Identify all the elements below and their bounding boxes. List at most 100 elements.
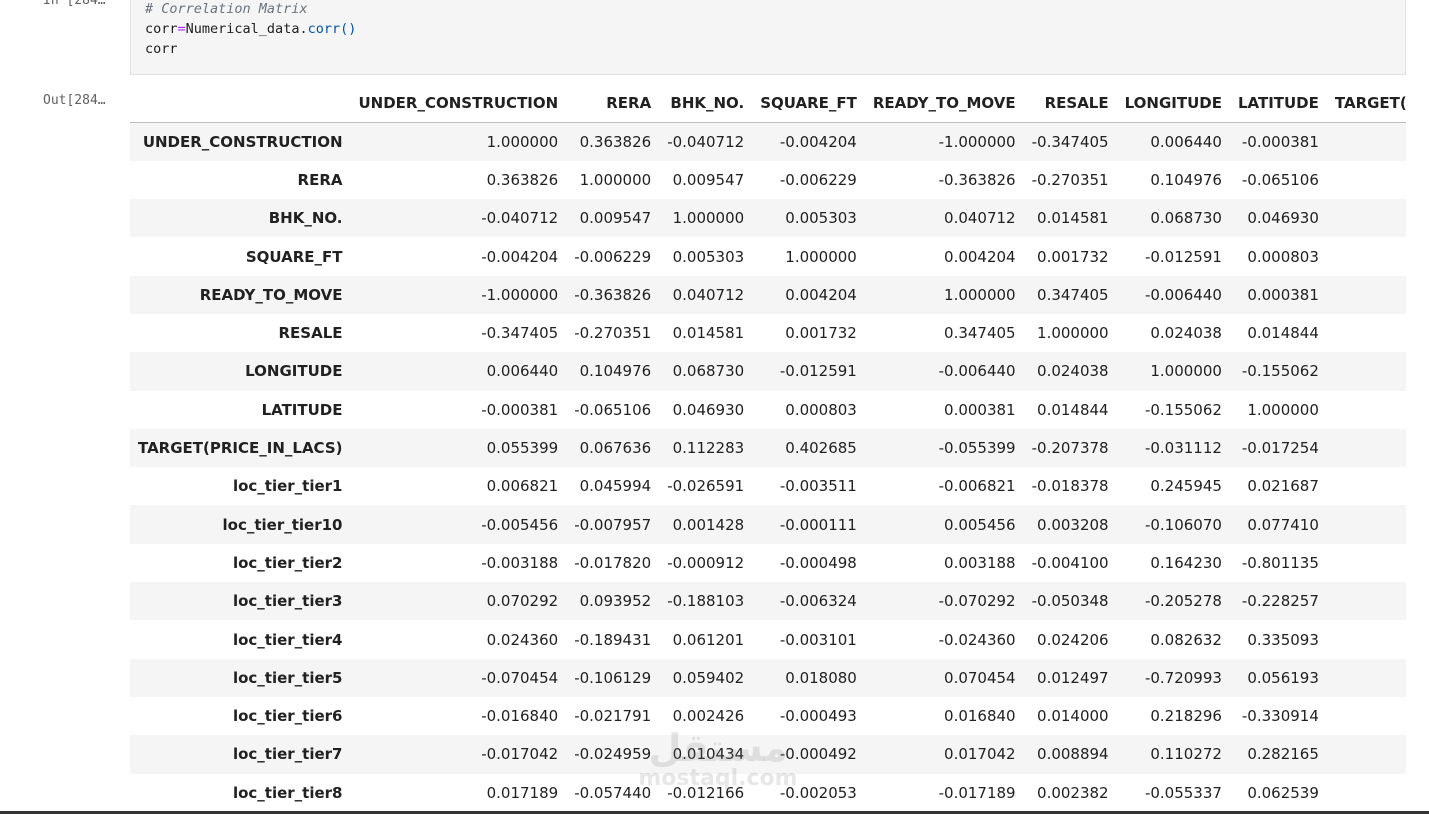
table-cell: -0.0 — [1327, 735, 1406, 773]
table-cell: 0.347405 — [944, 324, 1016, 343]
table-cell: 0.008894 — [1037, 745, 1109, 764]
table-cell: 0.014844 — [1037, 400, 1109, 419]
table-cell: 0.0 — [1327, 161, 1406, 199]
table-row: loc_tier_tier6 -0.016840 -0.021791 0.002426… — [130, 697, 1406, 735]
table-cell: -0.004204 — [481, 247, 559, 266]
code-line-comment: # Correlation Matrix — [145, 0, 1391, 19]
row-label: loc_tier_tier2 — [232, 553, 343, 572]
table-cell: -0.000381 — [1241, 132, 1319, 151]
code-dot: . — [299, 21, 308, 37]
table-row: loc_tier_tier4 0.024360 -0.189431 0.061201 -… — [130, 620, 1406, 658]
table-row: UNDER_CONSTRUCTION 1.000000 0.363826 -0.040… — [130, 122, 1406, 161]
row-label: SQUARE_FT — [245, 247, 343, 266]
table-cell: 0.001428 — [672, 515, 745, 534]
table-cell: -0.055399 — [938, 439, 1016, 458]
table-cell: -0.016840 — [481, 707, 559, 726]
table-cell: 0.068730 — [672, 362, 745, 381]
table-row: LATITUDE -0.000381 -0.065106 0.046930 0.0008… — [130, 391, 1406, 429]
table-cell: 1.000000 — [1037, 324, 1109, 343]
table-cell: 0.005303 — [785, 209, 857, 228]
table-cell: 0.363826 — [486, 170, 559, 189]
table-cell: -0.720993 — [1144, 668, 1222, 687]
table-cell: -0.000492 — [779, 745, 857, 764]
table-cell: 0.218296 — [1150, 707, 1222, 726]
column-header: READY_TO_MOVE — [864, 84, 1024, 123]
table-cell: -0.006324 — [779, 592, 857, 611]
table-cell: 0.056193 — [1247, 668, 1319, 687]
row-label: UNDER_CONSTRUCTION — [142, 132, 343, 151]
table-cell: 0.002382 — [1037, 783, 1109, 802]
table-cell: 1.000000 — [785, 247, 857, 266]
row-label: TARGET(PRICE_IN_LACS) — [138, 439, 343, 458]
table-cell: -0.070454 — [481, 668, 559, 687]
table-cell: -0.106129 — [574, 668, 652, 687]
column-header: RERA — [566, 84, 660, 123]
table-cell: 0.061201 — [672, 630, 745, 649]
table-cell: 0.104976 — [1150, 170, 1222, 189]
column-header: BHK_NO. — [659, 84, 753, 123]
table-cell: -0.006229 — [779, 170, 857, 189]
table-body: UNDER_CONSTRUCTION 1.000000 0.363826 -0.040… — [130, 122, 1406, 812]
table-cell: -0.347405 — [1031, 132, 1109, 151]
table-cell: -0.2 — [1327, 314, 1406, 352]
table-cell: -0.055337 — [1144, 783, 1222, 802]
row-label: BHK_NO. — [268, 209, 343, 228]
table-cell: -0.000111 — [779, 515, 857, 534]
table-row: loc_tier_tier2 -0.003188 -0.017820 -0.00091… — [130, 544, 1406, 582]
table-cell: -0.018378 — [1031, 477, 1109, 496]
table-cell: -0.021791 — [574, 707, 652, 726]
table-cell: 0.017189 — [486, 783, 559, 802]
table-cell: 0.000803 — [1247, 247, 1319, 266]
table-cell: -0.000912 — [667, 553, 745, 572]
code-cell-editor[interactable]: # Correlation Matrix corr=Numerical_data… — [130, 0, 1406, 75]
table-cell: 0.018080 — [785, 668, 857, 687]
table-cell: -1.000000 — [481, 285, 559, 304]
table-cell: 0.093952 — [579, 592, 652, 611]
table-cell: 0.001732 — [1037, 247, 1109, 266]
table-cell: -0.006440 — [938, 362, 1016, 381]
table-cell: 0.067636 — [579, 439, 652, 458]
table-cell: 0.024038 — [1037, 362, 1109, 381]
code-line-output: corr — [145, 39, 1391, 59]
table-cell: -0.0 — [1327, 467, 1406, 505]
row-label: LATITUDE — [261, 400, 343, 419]
table-cell: 0.082632 — [1150, 630, 1222, 649]
table-cell: -0.012166 — [667, 783, 745, 802]
table-cell: 0.009547 — [579, 209, 652, 228]
table-cell: 0.000803 — [785, 400, 857, 419]
table-row: TARGET(PRICE_IN_LACS) 0.055399 0.067636 0.1… — [130, 428, 1406, 468]
table-cell: -0.155062 — [1144, 400, 1222, 419]
table-cell: 0.003208 — [1037, 515, 1109, 534]
table-row: LONGITUDE 0.006440 0.104976 0.068730 -0.0125… — [130, 352, 1406, 391]
row-label: loc_tier_tier10 — [222, 515, 343, 534]
table-cell: -0.006821 — [938, 477, 1016, 496]
table-cell: -0.000381 — [481, 400, 559, 419]
table-cell: 0.1 — [1327, 199, 1406, 237]
table-cell: 0.006821 — [486, 477, 559, 496]
table-cell: -0.0 — [1327, 352, 1406, 390]
table-cell: 0.010434 — [672, 745, 745, 764]
table-cell: -0.270351 — [1031, 170, 1109, 189]
table-cell: 0.002426 — [672, 707, 745, 726]
table-cell: 0.046930 — [672, 400, 745, 419]
column-header: UNDER_CONSTRUCTION — [350, 84, 567, 123]
table-cell: 0.110272 — [1150, 745, 1222, 764]
table-cell: 0.0 — [1327, 582, 1406, 620]
output-area[interactable]: UNDER_CONSTRUCTION RERA BHK_NO. SQUARE_FT RE… — [130, 84, 1406, 814]
code-line-assignment: corr=Numerical_data.corr() — [145, 19, 1391, 39]
table-cell: -0.024959 — [574, 745, 652, 764]
table-cell: 0.040712 — [672, 285, 745, 304]
table-cell: 0.006440 — [1150, 132, 1222, 151]
table-row: loc_tier_tier8 0.017189 -0.057440 -0.012166… — [130, 774, 1406, 812]
table-cell: 0.046930 — [1247, 209, 1319, 228]
code-expression: corr — [145, 41, 178, 57]
table-cell: 0.003188 — [944, 553, 1016, 572]
table-cell: 1.000000 — [1150, 362, 1222, 381]
table-cell: 1.000000 — [1247, 400, 1319, 419]
table-cell: -0.189431 — [574, 630, 652, 649]
table-cell: -0.270351 — [574, 324, 652, 343]
code-var: corr — [145, 21, 178, 37]
table-corner-header — [130, 84, 351, 123]
table-cell: -0.0 — [1327, 697, 1406, 735]
table-cell: 0.001732 — [785, 324, 857, 343]
